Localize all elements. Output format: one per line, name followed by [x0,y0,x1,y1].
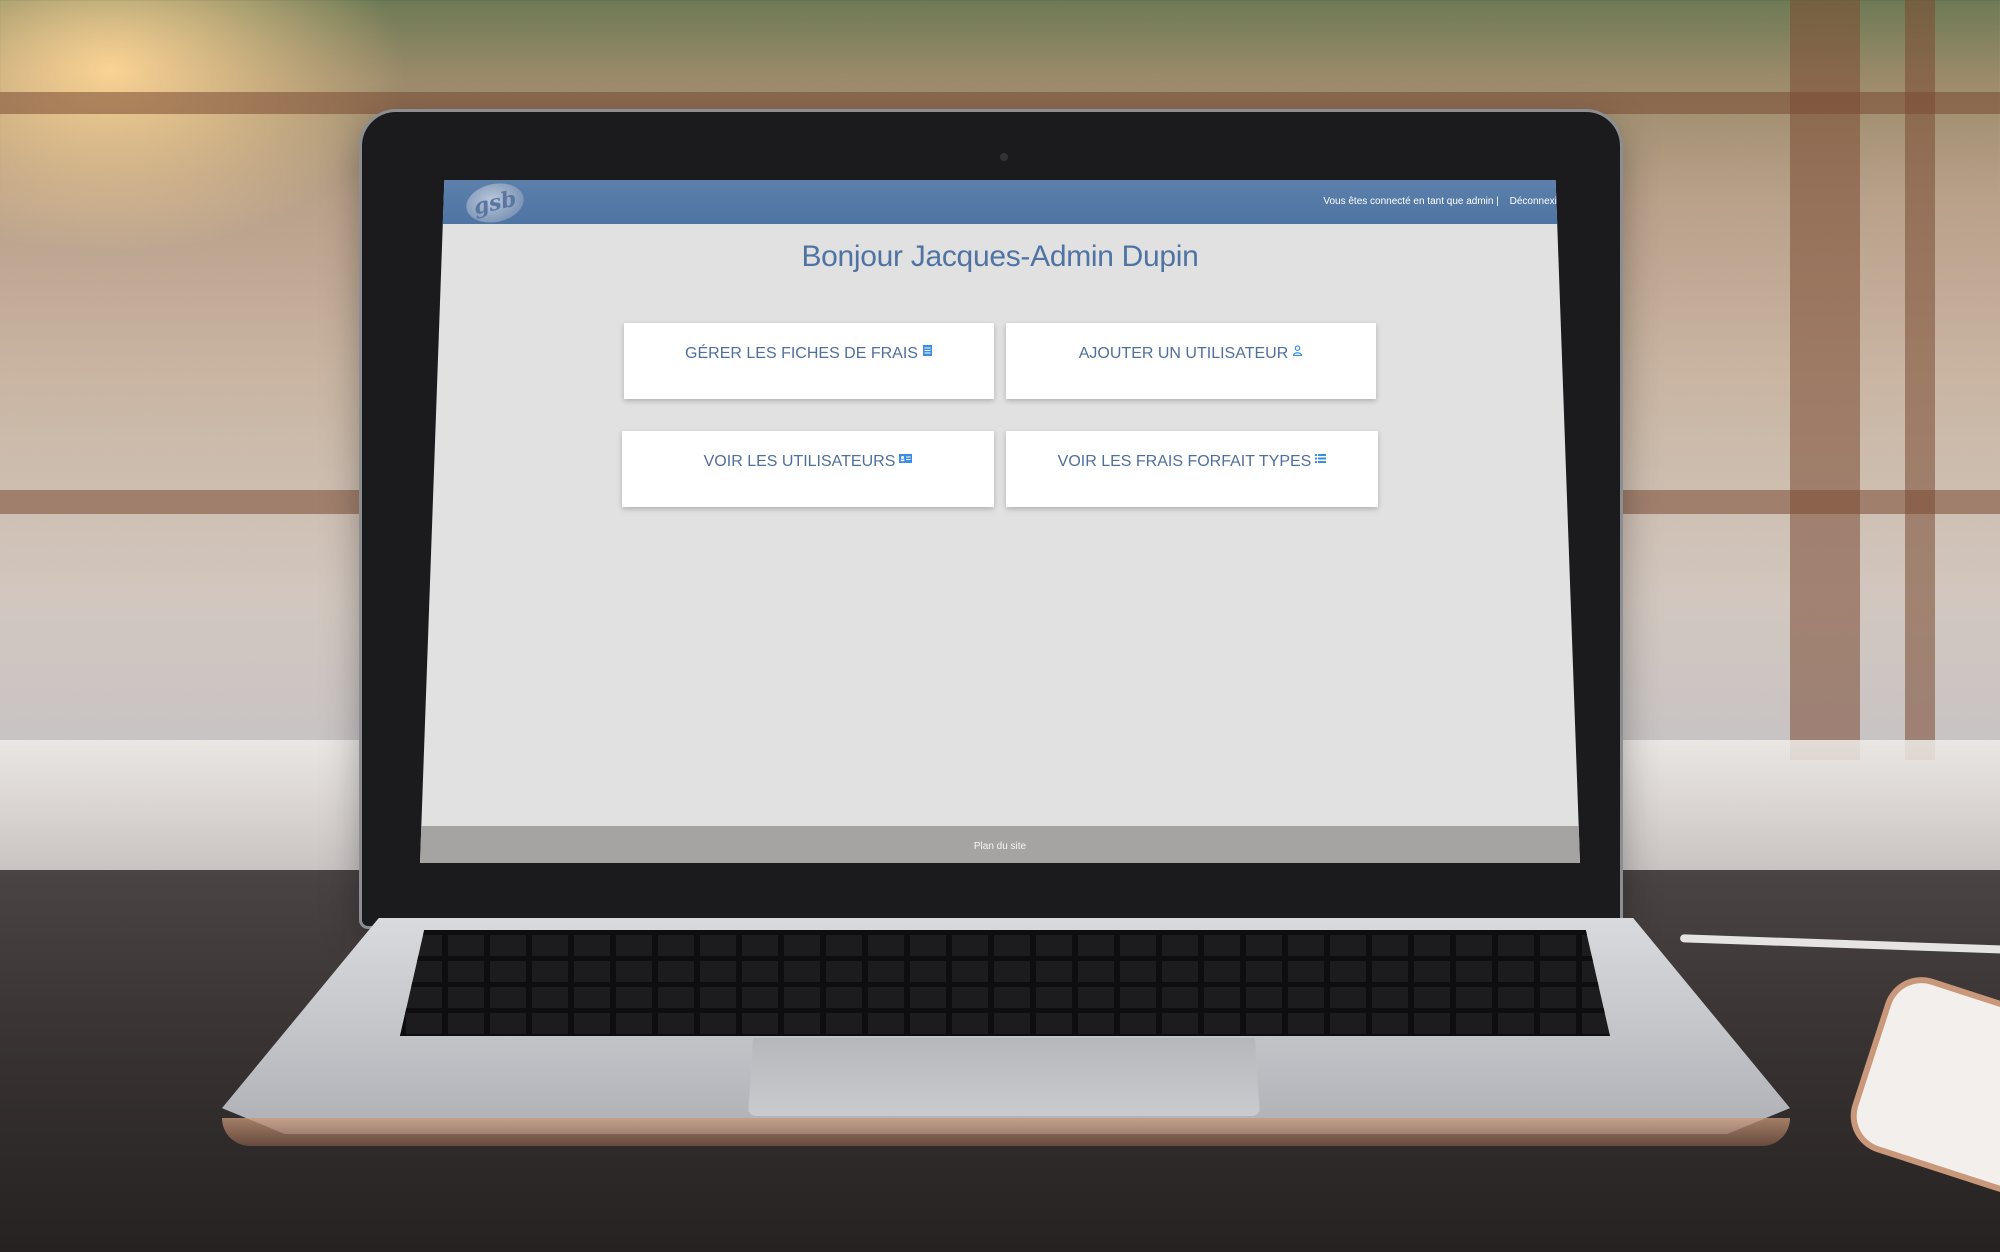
user-add-icon [1293,345,1303,356]
document-icon [922,345,932,356]
manage-expense-reports-button[interactable]: GÉRER LES FICHES DE FRAIS [624,323,994,399]
card-label: GÉRER LES FICHES DE FRAIS [685,345,918,362]
session-text: Vous êtes connecté en tant que admin | [1323,196,1499,207]
window-frame-far-right [1905,0,1935,760]
webcam [1000,153,1008,161]
card-label: VOIR LES UTILISATEURS [703,453,896,470]
page-title: Bonjour Jacques-Admin Dupin [801,240,1199,273]
id-card-icon [899,454,913,463]
view-flat-rate-types-button[interactable]: VOIR LES FRAIS FORFAIT TYPES [1006,431,1378,507]
view-users-button[interactable]: VOIR LES UTILISATEURS [622,431,994,507]
list-icon [1315,454,1327,463]
card-label: AJOUTER UN UTILISATEUR [1078,345,1289,362]
session-info: Vous êtes connecté en tant que admin | D… [1323,196,1568,207]
footer: Plan du site [420,826,1580,863]
card-label: VOIR LES FRAIS FORFAIT TYPES [1057,453,1312,470]
site-map-link[interactable]: Plan du site [974,841,1026,852]
window-frame-top [0,92,2000,114]
add-user-button[interactable]: AJOUTER UN UTILISATEUR [1006,323,1376,399]
trackpad [748,1038,1260,1116]
keyboard [400,930,1610,1036]
window-frame-right-post [1790,0,1860,760]
header-bar: gsb Vous êtes connecté en tant que admin… [420,180,1580,228]
gsb-logo[interactable]: gsb [462,180,528,228]
laptop-base-edge [222,1118,1790,1146]
app-screen: gsb Vous êtes connecté en tant que admin… [420,180,1580,863]
